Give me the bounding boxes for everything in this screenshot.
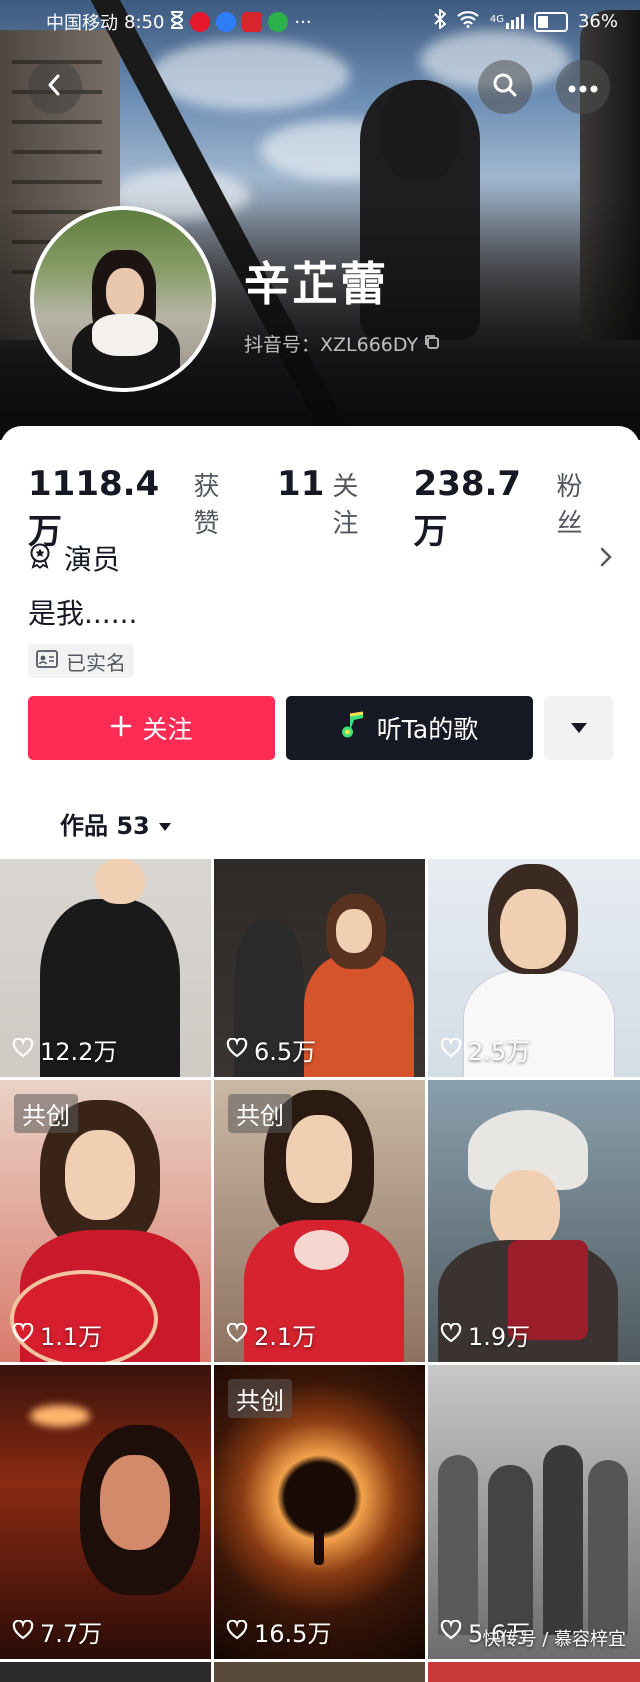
video-thumbnail[interactable]: 2.5万 bbox=[428, 859, 640, 1077]
douyin-id-text: 抖音号：XZL666DY bbox=[244, 334, 419, 356]
like-count: 1.1万 bbox=[12, 1317, 102, 1352]
like-count: 6.5万 bbox=[226, 1032, 316, 1067]
copy-icon[interactable] bbox=[424, 333, 440, 355]
profile-name: 辛芷蕾 bbox=[244, 257, 388, 311]
stat-label: 关注 bbox=[332, 472, 359, 539]
like-count: 2.1万 bbox=[226, 1317, 316, 1352]
more-dots-icon bbox=[568, 78, 598, 97]
like-value: 2.1万 bbox=[254, 1323, 317, 1351]
browser-app-icon bbox=[216, 12, 237, 32]
music-note-icon bbox=[341, 711, 367, 745]
bio-text: 是我...... bbox=[28, 597, 138, 630]
carrier-label: 中国移动 bbox=[46, 13, 118, 34]
huawei-app-icon bbox=[242, 12, 263, 32]
silhouette-head bbox=[380, 80, 460, 180]
battery-icon bbox=[533, 11, 568, 32]
video-thumbnail[interactable]: 5.6万 bbox=[428, 1365, 640, 1659]
network-type: 4G bbox=[489, 14, 504, 25]
listen-label: 听Ta的歌 bbox=[376, 715, 479, 744]
caret-down-icon bbox=[158, 810, 172, 838]
like-value: 12.2万 bbox=[40, 1038, 118, 1066]
heart-icon bbox=[12, 1321, 34, 1349]
follow-label: 关注 bbox=[142, 715, 193, 744]
recommend-dropdown-button[interactable] bbox=[544, 696, 613, 760]
search-icon bbox=[492, 72, 518, 102]
heart-icon bbox=[226, 1618, 248, 1646]
like-count: 1.9万 bbox=[440, 1317, 530, 1352]
hourglass-icon bbox=[170, 10, 184, 34]
occupation-row[interactable]: 演员 bbox=[28, 538, 613, 578]
video-thumbnail[interactable]: 6.5万 bbox=[214, 859, 425, 1077]
cocreate-badge: 共创 bbox=[228, 1094, 292, 1133]
like-count: 12.2万 bbox=[12, 1032, 117, 1067]
follow-button[interactable]: 关注 bbox=[28, 696, 275, 760]
verified-label: 已实名 bbox=[66, 650, 126, 675]
bluetooth-icon bbox=[434, 7, 447, 34]
clock: 8:50 bbox=[124, 11, 165, 33]
mobile-app-icon bbox=[268, 12, 289, 32]
chevron-left-icon bbox=[43, 73, 67, 101]
douyin-id: 抖音号：XZL666DY bbox=[244, 330, 440, 357]
tab-works[interactable]: 作品 53 bbox=[60, 806, 172, 841]
listen-music-button[interactable]: 听Ta的歌 bbox=[286, 696, 533, 760]
heart-icon bbox=[440, 1321, 462, 1349]
like-count: 16.5万 bbox=[226, 1614, 331, 1649]
chevron-right-icon bbox=[599, 546, 613, 572]
avatar[interactable] bbox=[30, 206, 216, 392]
heart-icon bbox=[12, 1036, 34, 1064]
action-buttons: 关注 听Ta的歌 bbox=[28, 696, 613, 760]
stat-following[interactable]: 11 关注 bbox=[277, 464, 380, 540]
plus-icon bbox=[110, 714, 132, 743]
cocreate-badge: 共创 bbox=[14, 1094, 78, 1133]
video-thumbnail[interactable]: 12.2万 bbox=[0, 859, 211, 1077]
back-button[interactable] bbox=[28, 60, 82, 114]
status-bar: 中国移动 8:50 ··· 4G 36% bbox=[0, 0, 640, 42]
video-thumbnail[interactable]: 共创 16.5万 bbox=[214, 1365, 425, 1659]
caret-down-icon bbox=[570, 719, 588, 738]
more-button[interactable] bbox=[556, 60, 610, 114]
more-notifications: ··· bbox=[294, 11, 312, 33]
video-thumbnail[interactable]: 共创 2.1万 bbox=[214, 1080, 425, 1362]
wifi-icon bbox=[456, 10, 480, 33]
id-card-icon bbox=[36, 650, 58, 672]
like-value: 6.5万 bbox=[254, 1038, 317, 1066]
like-count: 7.7万 bbox=[12, 1614, 102, 1649]
like-value: 7.7万 bbox=[40, 1620, 103, 1648]
watermark: 快传号 / 慕容梓宜 bbox=[482, 1629, 626, 1650]
stat-label: 获赞 bbox=[193, 472, 220, 539]
weibo-app-icon bbox=[190, 12, 211, 32]
cocreate-badge: 共创 bbox=[228, 1379, 292, 1418]
video-thumbnail[interactable]: 1.9万 bbox=[428, 1080, 640, 1362]
heart-icon bbox=[440, 1618, 462, 1646]
heart-icon bbox=[226, 1321, 248, 1349]
heart-icon bbox=[226, 1036, 248, 1064]
video-thumbnail[interactable]: 共创 1.1万 bbox=[0, 1080, 211, 1362]
heart-icon bbox=[440, 1036, 462, 1064]
occupation-label: 演员 bbox=[64, 543, 121, 576]
video-thumbnail[interactable]: 7.7万 bbox=[0, 1365, 211, 1659]
works-tab-label: 作品 53 bbox=[60, 812, 150, 840]
verified-badge: 已实名 bbox=[28, 644, 134, 678]
like-value: 1.9万 bbox=[468, 1323, 531, 1351]
stat-value: 11 bbox=[277, 464, 325, 504]
badge-icon bbox=[28, 543, 52, 573]
stat-label: 粉丝 bbox=[556, 472, 583, 539]
like-value: 1.1万 bbox=[40, 1323, 103, 1351]
heart-icon bbox=[12, 1618, 34, 1646]
search-button[interactable] bbox=[478, 60, 532, 114]
battery-percent: 36% bbox=[577, 11, 618, 32]
like-count: 2.5万 bbox=[440, 1032, 530, 1067]
signal-icon: 4G bbox=[490, 14, 524, 29]
like-value: 2.5万 bbox=[468, 1038, 531, 1066]
like-value: 16.5万 bbox=[254, 1620, 332, 1648]
